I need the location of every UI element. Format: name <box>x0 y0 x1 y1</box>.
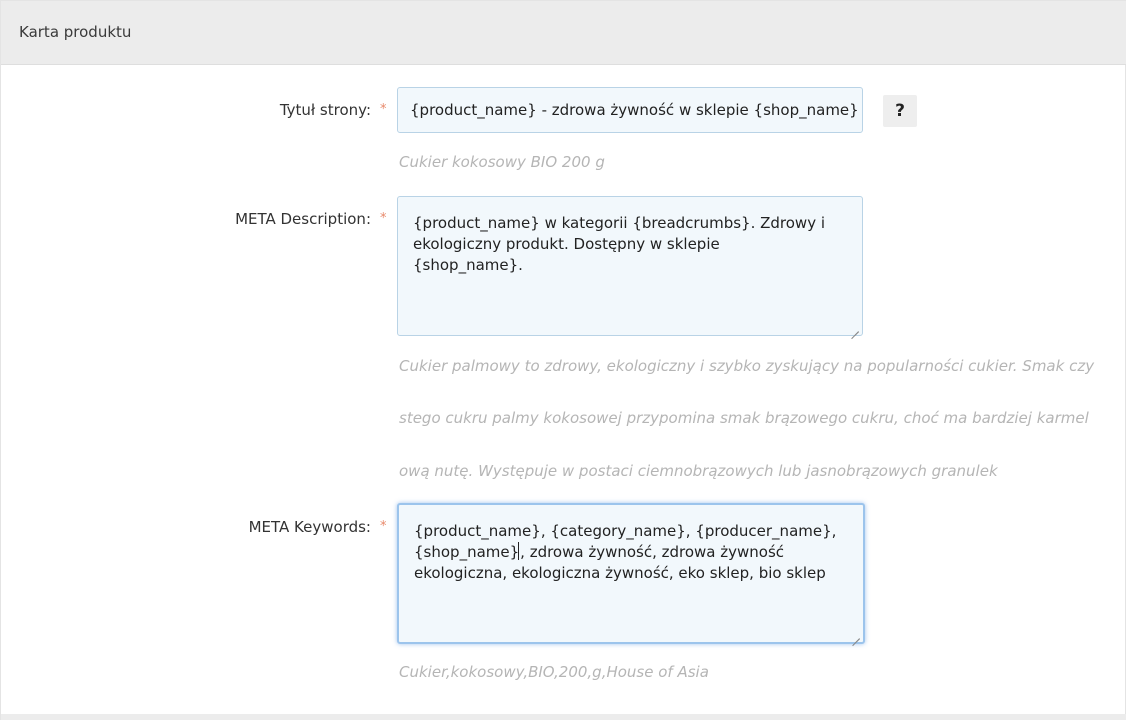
required-asterisk: * <box>380 102 387 117</box>
panel-header: Karta produktu <box>1 1 1126 65</box>
resize-handle-icon[interactable] <box>852 631 860 639</box>
meta-description-hint-line: stego cukru palmy kokosowej przypomina s… <box>399 409 1089 427</box>
meta-keywords-label: META Keywords: <box>248 518 371 536</box>
textarea-line: ekologiczny produkt. Dostępny w sklepie <box>413 235 720 253</box>
required-asterisk: * <box>380 211 387 226</box>
meta-description-textarea[interactable]: {product_name} w kategorii {breadcrumbs}… <box>397 196 863 336</box>
textarea-line: {product_name} w kategorii {breadcrumbs}… <box>413 214 826 232</box>
page-title-input[interactable]: {product_name} - zdrowa żywność w sklepi… <box>397 87 863 133</box>
meta-description-hint-line: Cukier palmowy to zdrowy, ekologiczny i … <box>399 357 1095 375</box>
textarea-text: , zdrowa żywność, zdrowa żywność <box>520 543 785 561</box>
textarea-line: {shop_name}, zdrowa żywność, zdrowa żywn… <box>414 542 849 563</box>
meta-description-hint-line: ową nutę. Występuje w postaci ciemnobrąz… <box>399 462 998 480</box>
textarea-line: {shop_name}. <box>413 256 523 274</box>
page-title-hint: Cukier kokosowy BIO 200 g <box>399 153 605 171</box>
required-asterisk: * <box>380 519 387 534</box>
textarea-line: ekologiczna, ekologiczna żywność, eko sk… <box>414 564 826 582</box>
textarea-text: {shop_name} <box>414 543 520 561</box>
meta-keywords-textarea[interactable]: {product_name}, {category_name}, {produc… <box>397 503 865 644</box>
meta-description-label: META Description: <box>235 210 371 228</box>
resize-handle-icon[interactable] <box>851 324 859 332</box>
textarea-line: {product_name}, {category_name}, {produc… <box>414 522 837 540</box>
help-button[interactable]: ? <box>883 95 917 127</box>
product-card-panel: Karta produktu Tytuł strony: * {product_… <box>0 0 1126 720</box>
text-caret <box>518 542 520 560</box>
panel-footer <box>1 714 1126 720</box>
meta-keywords-hint: Cukier,kokosowy,BIO,200,g,House of Asia <box>399 663 709 681</box>
page-title-label: Tytuł strony: <box>279 101 371 119</box>
panel-title: Karta produktu <box>19 23 132 41</box>
